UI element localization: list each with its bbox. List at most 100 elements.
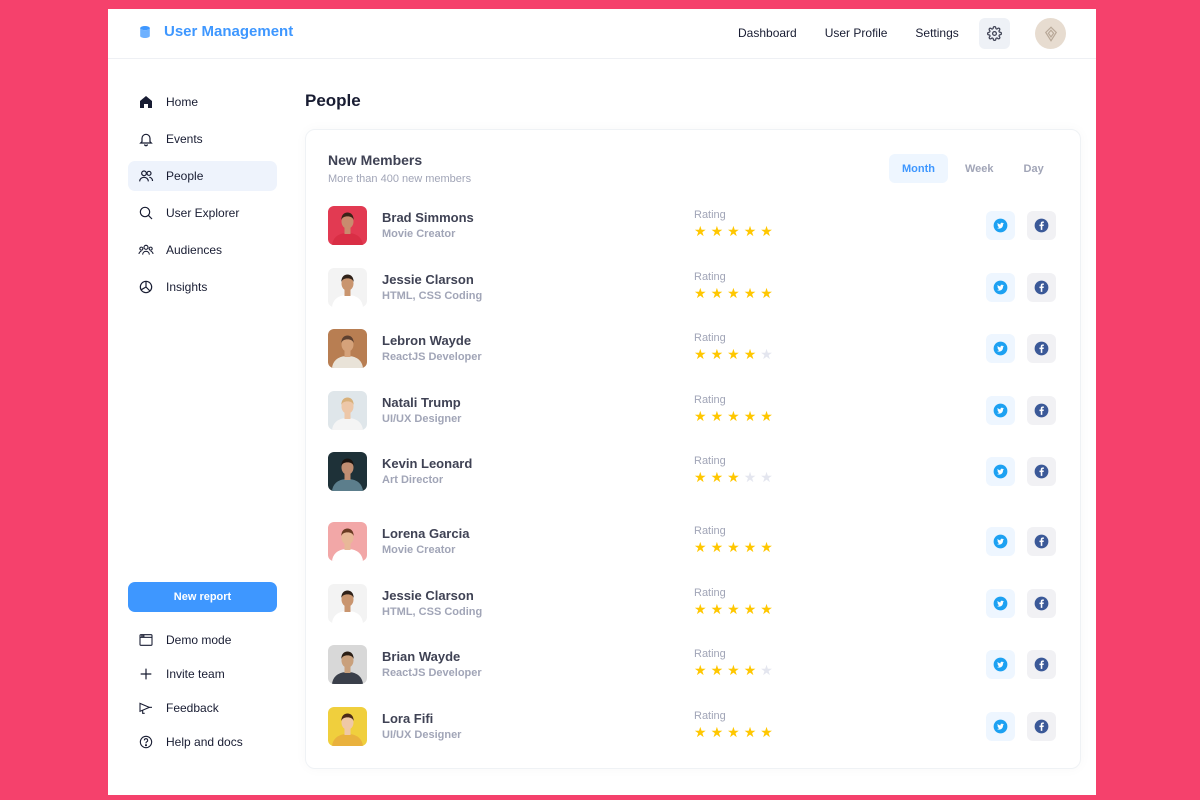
facebook-button[interactable] [1027,650,1056,679]
twitter-button[interactable] [986,712,1015,741]
rating-label: Rating [694,455,726,467]
facebook-icon [1034,218,1049,233]
member-role: ReactJS Developer [382,351,482,363]
member-name[interactable]: Kevin Leonard [382,456,472,471]
settings-button[interactable] [979,18,1010,49]
new-report-button[interactable]: New report [128,582,277,612]
sidebar: Home Events People User Explorer Audienc… [128,59,278,795]
twitter-button[interactable] [986,650,1015,679]
new-members-card: New Members More than 400 new members Mo… [305,129,1081,769]
star-filled-icon: ★ [743,724,757,740]
member-avatar [328,268,367,307]
member-name[interactable]: Natali Trump [382,395,461,410]
rating-stars: ★ ★ ★ ★ ★ [694,347,773,361]
table-row[interactable]: Lorena Garcia Movie Creator Rating ★ ★ ★ ★ ★ [328,522,1058,562]
table-row[interactable]: Jessie Clarson HTML, CSS Coding Rating ★ ★ ★ ★… [328,584,1058,624]
member-name[interactable]: Brad Simmons [382,210,474,225]
header: User Management Dashboard User Profile S… [108,9,1096,59]
sidebar-item-label: Help and docs [166,735,243,749]
table-row[interactable]: Kevin Leonard Art Director Rating ★ ★ ★ ★ ★ [328,452,1058,492]
twitter-button[interactable] [986,457,1015,486]
table-row[interactable]: Brian Wayde ReactJS Developer Rating ★ ★ ★ ★ ★ [328,645,1058,685]
twitter-button[interactable] [986,527,1015,556]
table-row[interactable]: Natali Trump UI/UX Designer Rating ★ ★ ★ ★ ★ [328,391,1058,431]
twitter-button[interactable] [986,334,1015,363]
table-row[interactable]: Lora Fifi UI/UX Designer Rating ★ ★ ★ ★ ★ [328,707,1058,747]
member-name[interactable]: Lebron Wayde [382,333,471,348]
star-filled-icon: ★ [743,346,757,362]
member-name[interactable]: Lorena Garcia [382,526,469,541]
twitter-icon [993,657,1008,672]
member-name[interactable]: Jessie Clarson [382,588,474,603]
nav-settings[interactable]: Settings [915,26,958,40]
rating-stars: ★ ★ ★ ★ ★ [694,540,773,554]
table-row[interactable]: Lebron Wayde ReactJS Developer Rating ★ ★ ★ ★ ★ [328,329,1058,369]
brand[interactable]: User Management [138,23,293,40]
member-photo-illustration [328,707,367,746]
star-filled-icon: ★ [710,662,724,678]
facebook-button[interactable] [1027,589,1056,618]
twitter-button[interactable] [986,211,1015,240]
facebook-button[interactable] [1027,527,1056,556]
facebook-button[interactable] [1027,334,1056,363]
facebook-button[interactable] [1027,396,1056,425]
star-filled-icon: ★ [710,346,724,362]
rating-label: Rating [694,587,726,599]
sidebar-item-home[interactable]: Home [128,87,277,117]
twitter-button[interactable] [986,589,1015,618]
member-name[interactable]: Brian Wayde [382,649,460,664]
rating-label: Rating [694,394,726,406]
sidebar-item-events[interactable]: Events [128,124,277,154]
facebook-icon [1034,719,1049,734]
star-filled-icon: ★ [760,223,773,239]
help-icon [139,735,153,749]
star-filled-icon: ★ [710,539,724,555]
sidebar-item-invite-team[interactable]: Invite team [128,659,277,689]
sidebar-item-feedback[interactable]: Feedback [128,693,277,723]
sidebar-item-label: People [166,169,204,183]
rating-label: Rating [694,648,726,660]
facebook-button[interactable] [1027,211,1056,240]
tab-day[interactable]: Day [1011,154,1057,183]
sidebar-item-insights[interactable]: Insights [128,272,277,302]
star-filled-icon: ★ [760,285,773,301]
star-filled-icon: ★ [743,662,757,678]
nav-user-profile[interactable]: User Profile [825,26,888,40]
facebook-icon [1034,280,1049,295]
member-role: UI/UX Designer [382,729,462,741]
sidebar-item-demo-mode[interactable]: Demo mode [128,625,277,655]
star-filled-icon: ★ [727,724,740,740]
sidebar-item-audiences[interactable]: Audiences [128,235,277,265]
star-filled-icon: ★ [727,223,740,239]
pie-chart-icon [139,280,153,294]
nav-dashboard[interactable]: Dashboard [738,26,797,40]
star-filled-icon: ★ [760,601,773,617]
member-photo-illustration [328,391,367,430]
member-name[interactable]: Jessie Clarson [382,272,474,287]
star-filled-icon: ★ [694,724,707,740]
table-row[interactable]: Brad Simmons Movie Creator Rating ★ ★ ★ ★ ★ [328,206,1058,246]
facebook-icon [1034,534,1049,549]
user-avatar[interactable] [1035,18,1066,49]
star-filled-icon: ★ [710,601,724,617]
tab-week[interactable]: Week [952,154,1007,183]
card-subtitle: More than 400 new members [328,173,472,185]
member-name[interactable]: Lora Fifi [382,711,433,726]
database-icon [140,25,150,38]
rating-stars: ★ ★ ★ ★ ★ [694,224,773,238]
twitter-button[interactable] [986,396,1015,425]
twitter-button[interactable] [986,273,1015,302]
home-icon [140,96,152,108]
sidebar-item-people[interactable]: People [128,161,277,191]
users-icon [139,170,154,182]
facebook-button[interactable] [1027,712,1056,741]
table-row[interactable]: Jessie Clarson HTML, CSS Coding Rating ★ ★ ★ ★… [328,268,1058,308]
facebook-button[interactable] [1027,457,1056,486]
app-title: User Management [164,23,294,40]
facebook-button[interactable] [1027,273,1056,302]
tab-month[interactable]: Month [889,154,948,183]
sidebar-item-user-explorer[interactable]: User Explorer [128,198,277,228]
star-filled-icon: ★ [694,662,707,678]
sidebar-item-help[interactable]: Help and docs [128,727,277,757]
star-filled-icon: ★ [710,469,724,485]
